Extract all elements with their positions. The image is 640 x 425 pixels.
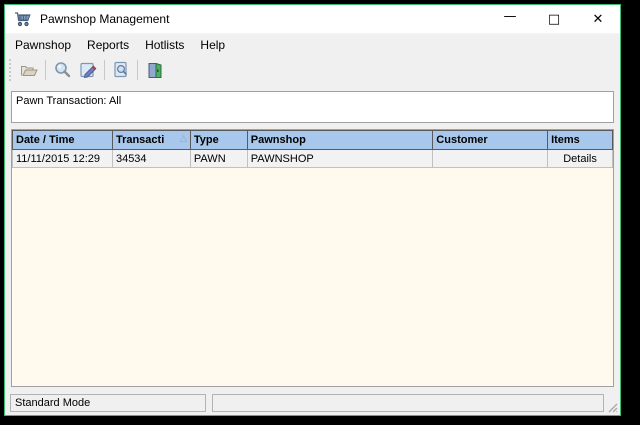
title-bar[interactable]: Pawnshop Management — □ ✕ — [5, 5, 620, 33]
toolbar-gripper[interactable] — [8, 59, 13, 81]
toolbar-separator — [137, 60, 138, 80]
exit-door-icon — [146, 62, 163, 79]
col-header-pawnshop[interactable]: Pawnshop — [247, 131, 433, 150]
exit-button[interactable] — [141, 58, 167, 82]
window-title: Pawnshop Management — [40, 12, 169, 26]
toolbar — [5, 55, 620, 85]
edit-icon — [79, 61, 97, 79]
status-bar: Standard Mode — [5, 391, 620, 415]
col-header-customer[interactable]: Customer — [433, 131, 548, 150]
status-mode-text: Standard Mode — [15, 397, 90, 409]
cell-type[interactable]: PAWN — [190, 150, 247, 168]
preview-button[interactable] — [108, 58, 134, 82]
menu-hotlists[interactable]: Hotlists — [137, 35, 192, 55]
minimize-icon: — — [504, 9, 517, 24]
table-row[interactable]: 11/11/2015 12:29 34534 PAWN PAWNSHOP Det… — [13, 150, 613, 168]
sort-asc-icon: △ — [180, 134, 187, 143]
filter-text: Pawn Transaction: All — [16, 95, 121, 107]
edit-button[interactable] — [75, 58, 101, 82]
app-window: Pawnshop Management — □ ✕ Pawnshop Repor… — [4, 4, 621, 416]
search-button[interactable] — [49, 58, 75, 82]
open-button[interactable] — [16, 58, 42, 82]
close-icon: ✕ — [593, 12, 604, 27]
close-button[interactable]: ✕ — [576, 5, 620, 33]
maximize-icon: □ — [548, 12, 560, 27]
col-header-type[interactable]: Type — [190, 131, 247, 150]
status-secondary-panel — [212, 394, 604, 412]
minimize-button[interactable]: — — [488, 5, 532, 33]
shopping-cart-icon — [14, 11, 32, 27]
menu-bar: Pawnshop Reports Hotlists Help — [5, 33, 620, 55]
content-area: Pawn Transaction: All Date / Time Transa… — [5, 85, 620, 391]
search-icon — [53, 61, 71, 79]
screenshot-frame: Pawnshop Management — □ ✕ Pawnshop Repor… — [0, 0, 640, 425]
col-header-items[interactable]: Items — [548, 131, 613, 150]
cell-date-time[interactable]: 11/11/2015 12:29 — [13, 150, 113, 168]
maximize-button[interactable]: □ — [532, 5, 576, 33]
menu-help[interactable]: Help — [192, 35, 233, 55]
transactions-grid[interactable]: Date / Time Transacti △ Type Pawnshop Cu… — [11, 129, 614, 387]
col-header-transaction[interactable]: Transacti △ — [112, 131, 190, 150]
preview-document-icon — [112, 61, 130, 79]
transactions-table: Date / Time Transacti △ Type Pawnshop Cu… — [12, 130, 613, 168]
cell-customer[interactable] — [433, 150, 548, 168]
cell-items-details-button[interactable]: Details — [548, 150, 613, 168]
filter-panel: Pawn Transaction: All — [11, 91, 614, 123]
toolbar-separator — [104, 60, 105, 80]
cell-pawnshop[interactable]: PAWNSHOP — [247, 150, 433, 168]
header-row: Date / Time Transacti △ Type Pawnshop Cu… — [13, 131, 613, 150]
menu-pawnshop[interactable]: Pawnshop — [7, 35, 79, 55]
status-mode-panel: Standard Mode — [10, 394, 206, 412]
resize-grip[interactable] — [607, 402, 618, 413]
toolbar-separator — [45, 60, 46, 80]
menu-reports[interactable]: Reports — [79, 35, 137, 55]
col-header-date-time[interactable]: Date / Time — [13, 131, 113, 150]
open-folder-icon — [20, 62, 39, 78]
cell-transaction[interactable]: 34534 — [112, 150, 190, 168]
